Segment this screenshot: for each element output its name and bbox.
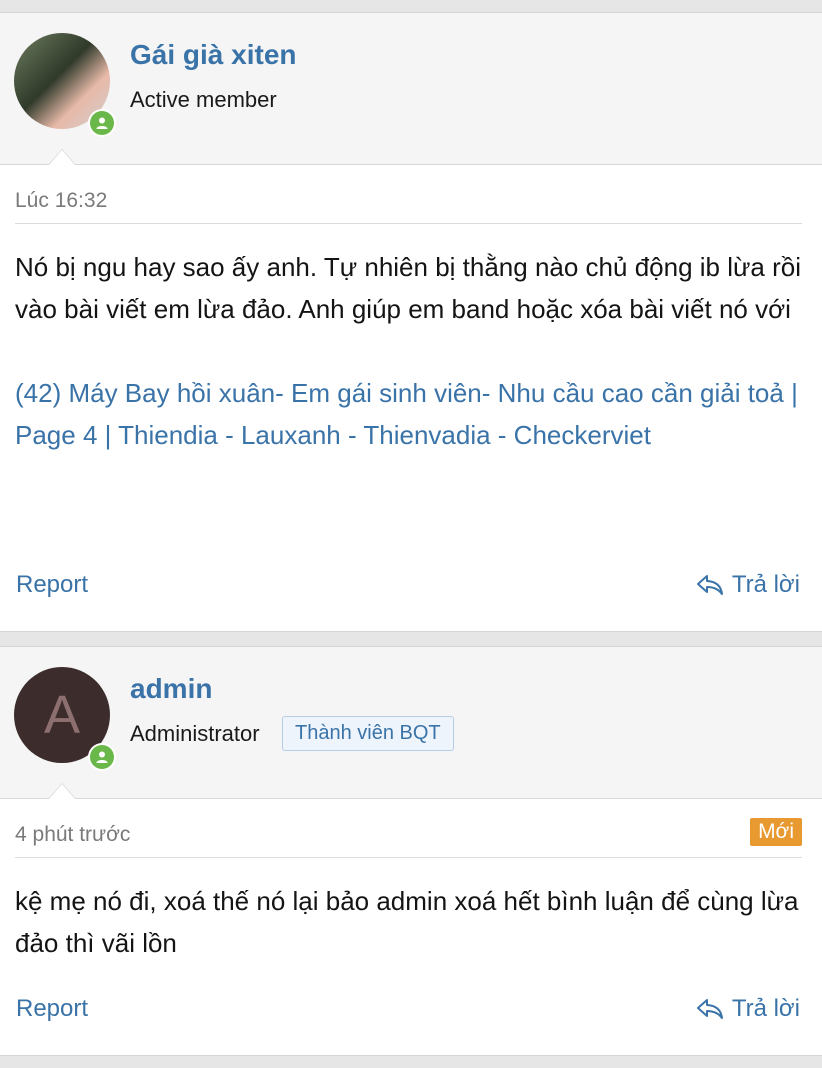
report-button[interactable]: Report (16, 571, 88, 599)
post-body: kệ mẹ nó đi, xoá thế nó lại bảo admin xo… (15, 886, 799, 958)
post-meta: Lúc 16:32 (15, 189, 802, 224)
user-title: Active member (130, 87, 277, 112)
post-1: Gái già xiten Active member Lúc 16:32 Nó… (0, 12, 822, 632)
post-header: Gái già xiten Active member (0, 13, 822, 165)
post-content: kệ mẹ nó đi, xoá thế nó lại bảo admin xo… (15, 880, 810, 964)
report-button[interactable]: Report (16, 995, 88, 1023)
reply-button[interactable]: Trả lời (696, 995, 800, 1023)
user-banner: Thành viên BQT (282, 716, 454, 751)
post-content: Nó bị ngu hay sao ấy anh. Tự nhiên bị th… (15, 246, 810, 456)
reply-label: Trả lời (731, 571, 800, 598)
post-body: Nó bị ngu hay sao ấy anh. Tự nhiên bị th… (15, 252, 801, 324)
new-badge: Mới (750, 818, 802, 846)
reply-icon (696, 997, 724, 1021)
avatar[interactable]: A (14, 667, 116, 771)
username[interactable]: admin (130, 673, 212, 705)
reply-button[interactable]: Trả lời (696, 571, 800, 599)
user-title: Administrator (130, 721, 260, 746)
reply-icon (696, 573, 724, 597)
post-time[interactable]: 4 phút trước (15, 823, 130, 846)
online-status-icon (88, 743, 116, 771)
reply-label: Trả lời (731, 995, 800, 1022)
post-meta: 4 phút trước Mới (15, 818, 802, 858)
post-link[interactable]: (42) Máy Bay hồi xuân- Em gái sinh viên-… (15, 372, 810, 456)
post-time[interactable]: Lúc 16:32 (15, 189, 107, 212)
post-header: A admin Administrator Thành viên BQT (0, 647, 822, 799)
post-2: A admin Administrator Thành viên BQT 4 p… (0, 646, 822, 1056)
avatar[interactable] (14, 33, 116, 137)
post-arrow (48, 149, 76, 165)
username[interactable]: Gái già xiten (130, 39, 297, 71)
online-status-icon (88, 109, 116, 137)
post-arrow (48, 783, 76, 799)
